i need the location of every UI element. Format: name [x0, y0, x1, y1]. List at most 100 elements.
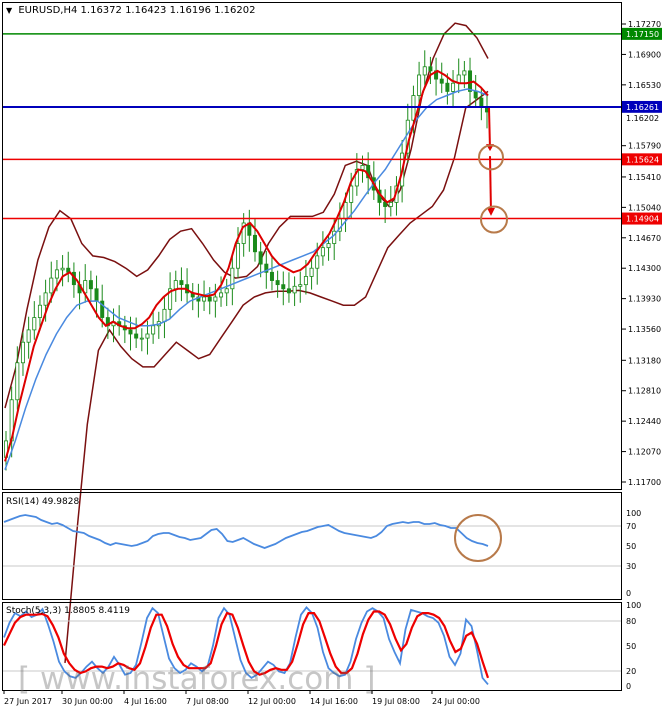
candle-body	[128, 329, 133, 335]
candle-body	[26, 329, 31, 343]
candle-body	[54, 269, 59, 279]
time-tick-label: 24 Jul 00:00	[432, 697, 480, 706]
candle-body	[213, 296, 218, 302]
candle-body	[479, 97, 484, 108]
price-tick-label: 1.12810	[628, 387, 661, 396]
candle-body	[292, 285, 297, 294]
candle-body	[32, 317, 37, 331]
candle-body	[417, 74, 422, 96]
symbol-info: EURUSD,H4 1.16372 1.16423 1.16196 1.1620…	[18, 5, 255, 16]
stoch-header: Stoch(5,3,3) 1.8805 8.4119	[6, 606, 130, 616]
candle-body	[173, 280, 178, 290]
time-tick-label: 30 Jun 00:00	[62, 697, 113, 706]
candle-body	[179, 280, 184, 286]
stoch-tick-label: 0	[626, 682, 631, 691]
chart-window: 1.172701.169001.165301.161601.157901.154…	[0, 0, 665, 712]
candle-body	[269, 271, 274, 281]
forecast-arrow-2	[489, 156, 492, 213]
price-tick-label: 1.12440	[628, 417, 661, 426]
candle-body	[252, 234, 257, 253]
stoch-tick-label: 80	[626, 617, 636, 626]
current-price-label: 1.16202	[626, 114, 659, 123]
candle-body	[236, 243, 241, 269]
candle-body	[315, 255, 320, 269]
candle-body	[383, 202, 388, 207]
rsi-tick-label: 30	[626, 562, 636, 571]
candle-body	[94, 288, 99, 302]
time-tick-label: 19 Jul 08:00	[372, 697, 420, 706]
candle-body	[473, 91, 478, 99]
rsi-tick-label: 70	[626, 522, 636, 531]
rsi-tick-label: 50	[626, 542, 636, 551]
time-tick-label: 4 Jul 16:00	[124, 697, 167, 706]
rsi-header: RSI(14) 49.9828	[6, 497, 79, 507]
candle-body	[88, 280, 93, 290]
candle-body	[20, 341, 25, 364]
stoch-tick-label: 100	[626, 601, 641, 610]
candle-body	[360, 165, 365, 170]
price-tick-label: 1.11700	[628, 478, 661, 487]
candle-body	[145, 333, 150, 339]
level-tag-label: 1.15624	[626, 155, 659, 164]
candle-body	[275, 280, 280, 286]
time-tick-label: 12 Jul 00:00	[248, 697, 296, 706]
collapse-arrow-icon[interactable]: ▼	[6, 6, 13, 15]
candle-body	[219, 292, 224, 298]
candle-body	[258, 251, 263, 265]
candle-body	[462, 70, 467, 76]
price-tick-label: 1.15410	[628, 173, 661, 182]
candle-body	[349, 185, 354, 203]
time-tick-label: 27 Jun 2017	[4, 697, 52, 706]
candle-body	[281, 284, 286, 290]
time-tick-label: 7 Jul 08:00	[186, 697, 229, 706]
candle-body	[134, 333, 139, 339]
stoch-tick-label: 50	[626, 642, 636, 651]
candle-body	[230, 267, 235, 290]
price-tick-label: 1.14670	[628, 234, 661, 243]
price-tick-label: 1.13180	[628, 356, 661, 365]
candle-body	[162, 308, 167, 323]
price-tick-label: 1.15790	[628, 142, 661, 151]
candle-body	[320, 247, 325, 257]
candle-body	[286, 288, 291, 294]
candle-body	[422, 66, 427, 76]
candle-body	[60, 267, 65, 271]
candle-body	[445, 82, 450, 92]
candle-body	[439, 78, 444, 84]
candle-body	[202, 296, 207, 302]
candle-body	[15, 362, 20, 401]
candle-body	[151, 325, 156, 335]
candle-body	[451, 82, 456, 92]
stoch-tick-label: 20	[626, 667, 636, 676]
price-tick-label: 1.17270	[628, 20, 661, 29]
candle-body	[207, 296, 212, 302]
candle-body	[37, 304, 42, 318]
candle-body	[298, 284, 303, 287]
forecast-arrow-1	[488, 107, 491, 150]
candle-body	[343, 202, 348, 220]
price-tick-label: 1.16900	[628, 50, 661, 59]
candle-body	[309, 267, 314, 277]
price-tick-label: 1.15040	[628, 203, 661, 212]
price-tick-label: 1.13560	[628, 325, 661, 334]
candle-body	[428, 66, 433, 72]
level-tag-label: 1.17150	[626, 30, 659, 39]
level-tag-label: 1.14904	[626, 215, 659, 224]
candle-body	[326, 243, 331, 249]
candle-body	[224, 288, 229, 294]
rsi-tick-label: 0	[626, 589, 631, 598]
price-tick-label: 1.16530	[628, 81, 661, 90]
rsi-tick-label: 100	[626, 509, 641, 518]
candle-body	[303, 276, 308, 286]
candle-body	[49, 277, 54, 294]
level-tag-label: 1.16261	[626, 103, 659, 112]
price-tick-label: 1.14300	[628, 264, 661, 273]
price-tick-label: 1.12070	[628, 448, 661, 457]
price-tick-label: 1.13930	[628, 295, 661, 304]
candle-body	[43, 292, 48, 306]
main-header: ▼ EURUSD,H4 1.16372 1.16423 1.16196 1.16…	[6, 5, 255, 16]
candle-body	[388, 202, 393, 207]
candle-body	[139, 337, 144, 340]
watermark: [ www.instaforex.com ]	[18, 661, 375, 697]
time-tick-label: 14 Jul 16:00	[310, 697, 358, 706]
